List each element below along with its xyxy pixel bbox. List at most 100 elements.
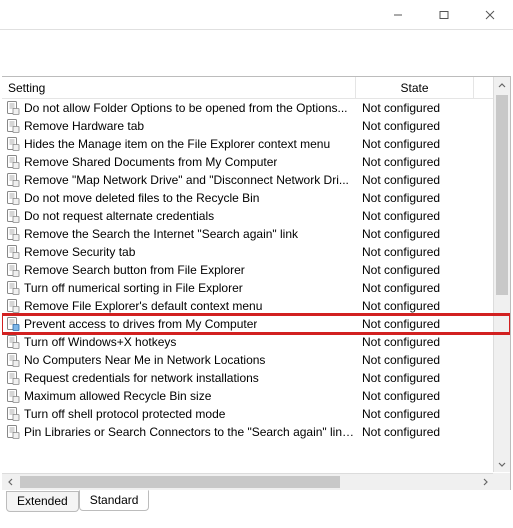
policy-label: Turn off numerical sorting in File Explo… (24, 281, 243, 295)
column-header-setting-label: Setting (8, 81, 45, 95)
policy-setting-cell: No Computers Near Me in Network Location… (2, 353, 356, 367)
policy-label: Hides the Manage item on the File Explor… (24, 137, 330, 151)
policy-row[interactable]: Remove Hardware tab Not configured (2, 117, 510, 135)
policy-state-cell: Not configured (356, 137, 474, 151)
policy-row[interactable]: Request credentials for network installa… (2, 369, 510, 387)
scrollbar-corner (493, 473, 510, 490)
policy-state-cell: Not configured (356, 173, 474, 187)
policy-row[interactable]: Hides the Manage item on the File Explor… (2, 135, 510, 153)
scroll-up-arrow-icon[interactable] (494, 77, 510, 94)
policy-state-cell: Not configured (356, 407, 474, 421)
policy-setting-cell: Turn off shell protocol protected mode (2, 407, 356, 421)
tab-standard[interactable]: Standard (79, 490, 150, 511)
policy-icon (6, 407, 20, 421)
policy-setting-cell: Hides the Manage item on the File Explor… (2, 137, 356, 151)
policy-state-label: Not configured (362, 119, 440, 133)
policy-row[interactable]: No Computers Near Me in Network Location… (2, 351, 510, 369)
policy-state-label: Not configured (362, 281, 440, 295)
policy-icon (6, 353, 20, 367)
policy-icon (6, 227, 20, 241)
policy-setting-cell: Do not allow Folder Options to be opened… (2, 101, 356, 115)
minimize-button[interactable] (375, 0, 421, 29)
policy-row[interactable]: Maximum allowed Recycle Bin size Not conf… (2, 387, 510, 405)
policy-label: Remove Hardware tab (24, 119, 144, 133)
policy-label: Do not allow Folder Options to be opened… (24, 101, 348, 115)
policy-state-cell: Not configured (356, 101, 474, 115)
policy-row[interactable]: Turn off Windows+X hotkeys Not configured (2, 333, 510, 351)
policy-state-cell: Not configured (356, 425, 474, 439)
policy-row[interactable]: Pin Libraries or Search Connectors to th… (2, 423, 510, 441)
policy-row[interactable]: Remove Search button from File Explorer N… (2, 261, 510, 279)
policy-icon (6, 299, 20, 313)
tab-extended[interactable]: Extended (6, 491, 79, 512)
policy-list-pane: Setting State Do not allow Folder Option… (2, 76, 511, 490)
policy-row[interactable]: Remove Shared Documents from My Computer… (2, 153, 510, 171)
policy-row[interactable]: Remove "Map Network Drive" and "Disconne… (2, 171, 510, 189)
policy-icon (6, 209, 20, 223)
vertical-scrollbar[interactable] (493, 77, 510, 472)
policy-label: Remove Security tab (24, 245, 135, 259)
policy-setting-cell: Do not move deleted files to the Recycle… (2, 191, 356, 205)
policy-row[interactable]: Do not move deleted files to the Recycle… (2, 189, 510, 207)
policy-icon (6, 191, 20, 205)
maximize-button[interactable] (421, 0, 467, 29)
policy-label: No Computers Near Me in Network Location… (24, 353, 265, 367)
policy-state-cell: Not configured (356, 389, 474, 403)
policy-label: Turn off shell protocol protected mode (24, 407, 225, 421)
policy-state-cell: Not configured (356, 299, 474, 313)
policy-label: Pin Libraries or Search Connectors to th… (24, 425, 356, 439)
policy-icon (6, 371, 20, 385)
policy-icon (6, 389, 20, 403)
policy-state-label: Not configured (362, 173, 440, 187)
policy-state-label: Not configured (362, 101, 440, 115)
policy-label: Remove Search button from File Explorer (24, 263, 245, 277)
policy-row[interactable]: Do not request alternate credentialsNot … (2, 207, 510, 225)
policy-label: Remove "Map Network Drive" and "Disconne… (24, 173, 349, 187)
policy-state-cell: Not configured (356, 317, 474, 331)
close-button[interactable] (467, 0, 513, 29)
policy-row[interactable]: Prevent access to drives from My Compute… (2, 315, 510, 333)
scroll-thumb-vertical[interactable] (496, 95, 508, 295)
policy-state-cell: Not configured (356, 227, 474, 241)
policy-state-cell: Not configured (356, 155, 474, 169)
tab-strip: Extended Standard (0, 491, 513, 513)
policy-icon (6, 245, 20, 259)
policy-setting-cell: Maximum allowed Recycle Bin size (2, 389, 356, 403)
policy-setting-cell: Remove Security tab (2, 245, 356, 259)
toolbar-gap (0, 30, 513, 76)
policy-row[interactable]: Do not allow Folder Options to be opened… (2, 99, 510, 117)
policy-state-label: Not configured (362, 155, 440, 169)
policy-setting-cell: Request credentials for network installa… (2, 371, 356, 385)
policy-state-cell: Not configured (356, 245, 474, 259)
policy-row[interactable]: Turn off numerical sorting in File Explo… (2, 279, 510, 297)
policy-label: Remove the Search the Internet "Search a… (24, 227, 298, 241)
policy-state-label: Not configured (362, 191, 440, 205)
column-header-setting[interactable]: Setting (2, 77, 356, 98)
policy-state-cell: Not configured (356, 119, 474, 133)
policy-state-cell: Not configured (356, 371, 474, 385)
scroll-right-arrow-icon[interactable] (476, 478, 493, 486)
scroll-left-arrow-icon[interactable] (2, 478, 19, 486)
policy-state-label: Not configured (362, 227, 440, 241)
policy-label: Remove Shared Documents from My Computer (24, 155, 277, 169)
scroll-thumb-horizontal[interactable] (20, 476, 340, 488)
policy-icon (6, 119, 20, 133)
column-header-state[interactable]: State (356, 77, 474, 98)
policy-row[interactable]: Remove File Explorer's default context m… (2, 297, 510, 315)
policy-state-cell: Not configured (356, 335, 474, 349)
policy-state-label: Not configured (362, 389, 440, 403)
policy-label: Remove File Explorer's default context m… (24, 299, 262, 313)
policy-state-cell: Not configured (356, 191, 474, 205)
policy-state-cell: Not configured (356, 353, 474, 367)
policy-label: Turn off Windows+X hotkeys (24, 335, 176, 349)
policy-row[interactable]: Remove Security tab Not configured (2, 243, 510, 261)
policy-setting-cell: Remove Shared Documents from My Computer (2, 155, 356, 169)
policy-setting-cell: Turn off Windows+X hotkeys (2, 335, 356, 349)
policy-state-cell: Not configured (356, 263, 474, 277)
policy-row[interactable]: Remove the Search the Internet "Search a… (2, 225, 510, 243)
list-body[interactable]: Do not allow Folder Options to be opened… (2, 99, 510, 473)
policy-row[interactable]: Turn off shell protocol protected mode No… (2, 405, 510, 423)
horizontal-scrollbar[interactable] (2, 473, 493, 490)
policy-setting-cell: Do not request alternate credentials (2, 209, 356, 223)
scroll-down-arrow-icon[interactable] (494, 455, 510, 472)
